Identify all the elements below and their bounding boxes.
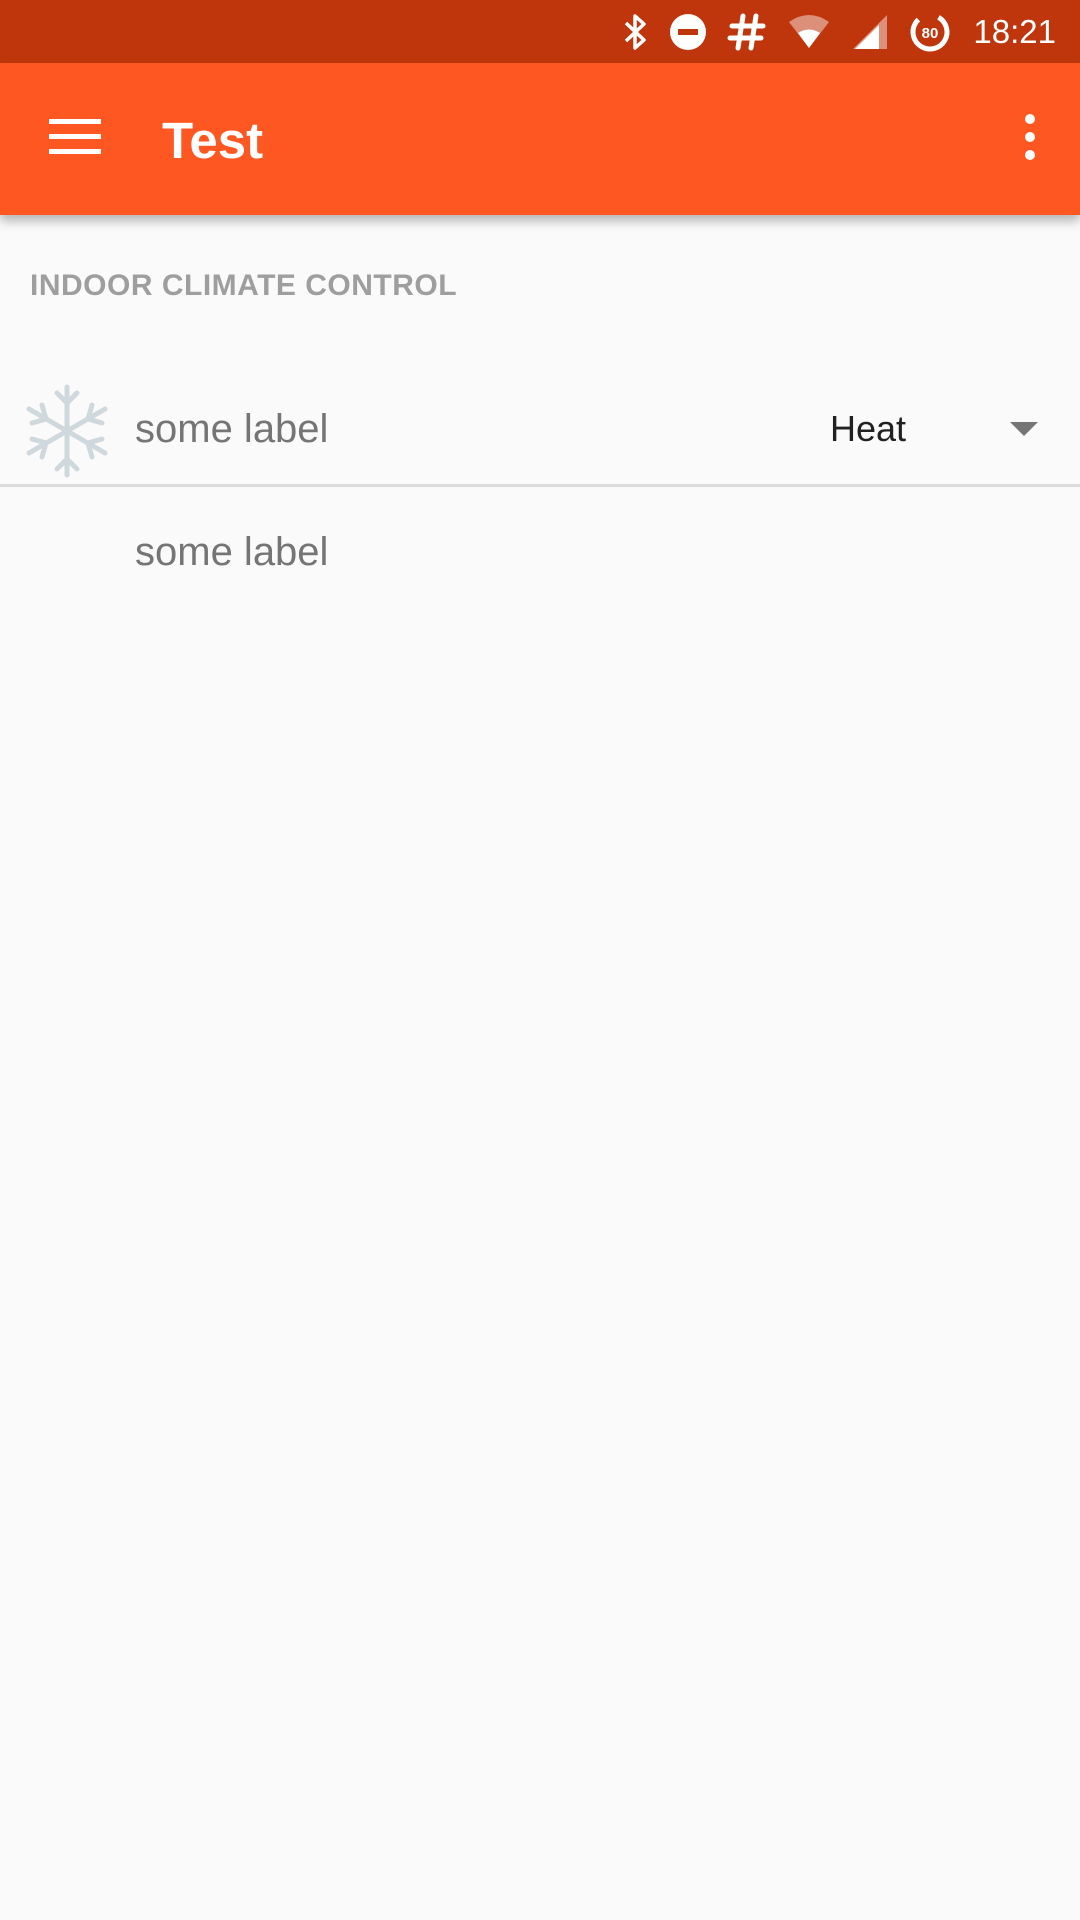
row-label: some label xyxy=(135,530,329,574)
more-vert-icon xyxy=(1023,113,1037,165)
section-header: INDOOR CLIMATE CONTROL xyxy=(30,269,458,302)
status-time: 18:21 xyxy=(973,12,1056,50)
dropdown-value: Heat xyxy=(830,408,907,449)
svg-text:80: 80 xyxy=(922,25,939,42)
list-item[interactable]: some label xyxy=(0,490,1080,612)
list-item[interactable]: some label Heat xyxy=(0,365,1080,487)
dropdown-arrow-icon xyxy=(1010,422,1038,436)
do-not-disturb-icon xyxy=(669,13,707,51)
app-title: Test xyxy=(162,112,264,169)
menu-button[interactable] xyxy=(30,101,120,177)
hamburger-menu-icon xyxy=(49,117,101,162)
battery-saver-icon: 80 xyxy=(909,11,951,53)
hashtag-icon xyxy=(727,12,767,52)
cell-signal-icon xyxy=(851,13,889,51)
app-bar: Test xyxy=(0,63,1080,215)
overflow-menu-button[interactable] xyxy=(1000,101,1060,177)
bluetooth-icon xyxy=(623,13,649,51)
content: INDOOR CLIMATE CONTROL some label Heat s… xyxy=(0,215,1080,1920)
status-icons: 80 18:21 xyxy=(623,0,1056,63)
row-label: some label xyxy=(135,407,329,451)
snowflake-icon xyxy=(22,383,112,479)
wifi-icon xyxy=(787,14,831,50)
mode-dropdown[interactable]: Heat xyxy=(830,399,1040,459)
status-bar: 80 18:21 xyxy=(0,0,1080,63)
